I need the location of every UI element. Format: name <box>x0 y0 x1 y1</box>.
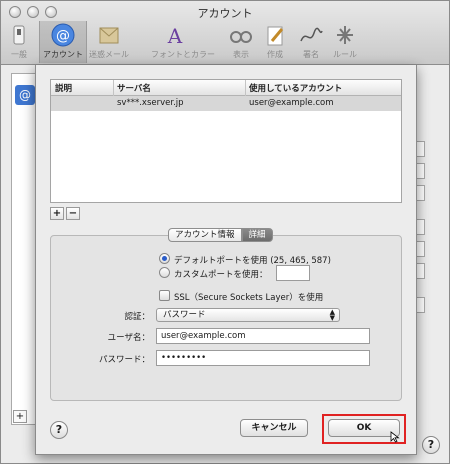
junk-mail-icon <box>99 27 119 44</box>
default-port-radio[interactable] <box>159 253 170 264</box>
auth-select[interactable]: パスワード ▲ ▼ <box>156 308 340 322</box>
titlebar: アカウント 一般 @ アカウント 迷惑メール A フォントとカラー 表示 作成 … <box>1 1 449 65</box>
mouse-pointer-icon <box>390 431 400 443</box>
select-arrows-icon: ▲ ▼ <box>329 308 335 322</box>
toolbar-junk-mail-label: 迷惑メール <box>89 50 129 59</box>
smtp-server-table[interactable]: 説明 サーバ名 使用しているアカウント sv***.xserver.jp use… <box>50 79 402 203</box>
custom-port-label: カスタムポートを使用： <box>174 270 268 280</box>
table-row[interactable]: sv***.xserver.jp user@example.com <box>51 96 401 111</box>
custom-port-field[interactable] <box>276 265 310 281</box>
outgoing-server-sheet: 説明 サーバ名 使用しているアカウント sv***.xserver.jp use… <box>35 65 417 455</box>
toolbar-accounts[interactable]: @ アカウント <box>39 21 87 63</box>
general-switch-icon <box>13 25 25 45</box>
cancel-button[interactable]: キャンセル <box>240 419 308 437</box>
username-field[interactable]: user@example.com <box>156 328 370 344</box>
fonts-colors-icon: A <box>167 24 183 47</box>
row-server-name: sv***.xserver.jp <box>117 98 184 108</box>
toolbar-general[interactable]: 一般 <box>0 21 43 63</box>
password-field[interactable]: ••••••••• <box>156 350 370 366</box>
toolbar-junk-mail[interactable]: 迷惑メール <box>85 21 133 63</box>
username-label: ユーザ名： <box>107 333 150 343</box>
at-sign-icon: @ <box>51 23 75 47</box>
toolbar-general-label: 一般 <box>11 50 27 59</box>
password-label: パスワード： <box>98 355 150 365</box>
remove-server-button[interactable]: − <box>66 207 80 220</box>
help-button[interactable]: ? <box>50 421 68 439</box>
auth-label: 認証： <box>124 312 150 322</box>
custom-port-radio[interactable] <box>159 267 170 278</box>
svg-text:A: A <box>167 24 183 47</box>
toolbar-fonts-colors-label: フォントとカラー <box>151 50 215 59</box>
ssl-label: SSL（Secure Sockets Layer）を使用 <box>174 293 324 303</box>
table-header: 説明 サーバ名 使用しているアカウント <box>51 80 401 96</box>
ssl-checkbox[interactable] <box>159 290 170 301</box>
window-title: アカウント <box>197 7 253 20</box>
column-header-description[interactable]: 説明 <box>55 82 72 94</box>
column-header-account[interactable]: 使用しているアカウント <box>249 82 342 94</box>
auth-selected-value: パスワード <box>163 310 206 320</box>
rules-icon <box>337 26 353 44</box>
column-header-server[interactable]: サーバ名 <box>117 82 151 94</box>
toolbar-rules-label: ルール <box>333 50 357 59</box>
tab-advanced[interactable]: 詳細 <box>241 228 273 242</box>
settings-tabs: アカウント情報 詳細 <box>168 228 273 242</box>
add-account-button[interactable]: + <box>13 410 27 423</box>
composing-pencil-icon <box>267 26 284 46</box>
toolbar-accounts-label: アカウント <box>43 50 83 59</box>
account-at-icon[interactable]: @ <box>15 85 35 105</box>
accounts-preferences-window: アカウント 一般 @ アカウント 迷惑メール A フォントとカラー 表示 作成 … <box>0 0 450 464</box>
background-help-button[interactable]: ? <box>422 436 440 454</box>
tab-account-info[interactable]: アカウント情報 <box>168 228 242 242</box>
row-account: user@example.com <box>249 98 334 108</box>
toolbar-rules[interactable]: ルール <box>321 21 369 63</box>
add-server-button[interactable]: + <box>50 207 64 220</box>
toolbar-fonts-colors[interactable]: A フォントとカラー <box>151 21 215 63</box>
svg-text:@: @ <box>56 28 70 44</box>
